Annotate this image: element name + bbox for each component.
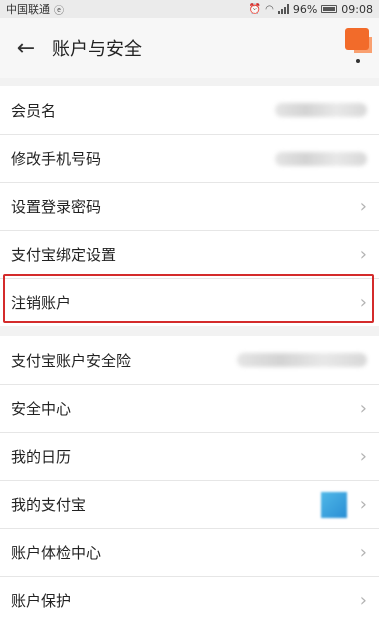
wifi-icon: ◠	[265, 3, 274, 15]
list-item-member-name[interactable]: 会员名	[0, 86, 379, 134]
list-item-alipay-binding[interactable]: 支付宝绑定设置 ›	[0, 230, 379, 278]
list-item-alipay-insurance[interactable]: 支付宝账户安全险	[0, 336, 379, 384]
list-item-label: 账户体检中心	[11, 544, 102, 562]
chevron-right-icon: ›	[359, 292, 367, 313]
chevron-right-icon: ›	[359, 590, 367, 611]
clock: 09:08	[341, 2, 373, 16]
chevron-right-icon: ›	[359, 196, 367, 217]
list-item-label: 支付宝绑定设置	[11, 246, 117, 264]
list-item-label: 我的日历	[11, 448, 72, 466]
list-item-change-phone[interactable]: 修改手机号码	[0, 134, 379, 182]
list-item-label: 我的支付宝	[11, 496, 87, 514]
list-item-label: 安全中心	[11, 400, 72, 418]
list-item-label: 设置登录密码	[11, 198, 102, 216]
more-icon	[356, 59, 360, 63]
list-item-my-calendar[interactable]: 我的日历 ›	[0, 432, 379, 480]
chevron-right-icon: ›	[359, 494, 367, 515]
network-icon: ⓔ	[54, 5, 64, 17]
nav-bar: ← 账户与安全	[0, 18, 379, 78]
list-item-label: 修改手机号码	[11, 150, 102, 168]
security-services-group: 支付宝账户安全险 安全中心 › 我的日历 › 我的支付宝 › 账户体检中心 › …	[0, 336, 379, 622]
chevron-right-icon: ›	[359, 542, 367, 563]
battery-icon	[321, 5, 338, 13]
chevron-right-icon: ›	[359, 244, 367, 265]
list-item-account-protection[interactable]: 账户保护 ›	[0, 576, 379, 622]
list-item-cancel-account[interactable]: 注销账户 ›	[0, 278, 379, 326]
more-menu-button[interactable]	[343, 26, 369, 70]
battery-percent: 96%	[292, 2, 318, 16]
chevron-right-icon: ›	[359, 398, 367, 419]
avatar	[345, 28, 369, 50]
alipay-thumbnail	[321, 491, 347, 518]
account-settings-group: 会员名 修改手机号码 设置登录密码 › 支付宝绑定设置 › 注销账户 ›	[0, 86, 379, 326]
alarm-icon: ⏰	[248, 3, 262, 15]
chevron-right-icon: ›	[359, 446, 367, 467]
list-item-label: 支付宝账户安全险	[11, 351, 132, 370]
blurred-value	[275, 103, 367, 117]
list-item-login-password[interactable]: 设置登录密码 ›	[0, 182, 379, 230]
list-item-my-alipay[interactable]: 我的支付宝 ›	[0, 480, 379, 528]
carrier-label: 中国联通	[6, 3, 50, 16]
list-item-security-center[interactable]: 安全中心 ›	[0, 384, 379, 432]
list-item-account-checkup[interactable]: 账户体检中心 ›	[0, 528, 379, 576]
status-bar: 中国联通 ⓔ ⏰ ◠ 96% 09:08	[0, 0, 379, 18]
blurred-value	[275, 151, 367, 166]
list-item-label: 注销账户	[11, 294, 72, 312]
signal-icon	[277, 4, 289, 14]
list-item-label: 会员名	[11, 101, 57, 120]
page-title: 账户与安全	[52, 39, 142, 60]
blurred-value	[237, 353, 367, 367]
back-button[interactable]: ←	[0, 18, 52, 78]
list-item-label: 账户保护	[11, 592, 72, 610]
